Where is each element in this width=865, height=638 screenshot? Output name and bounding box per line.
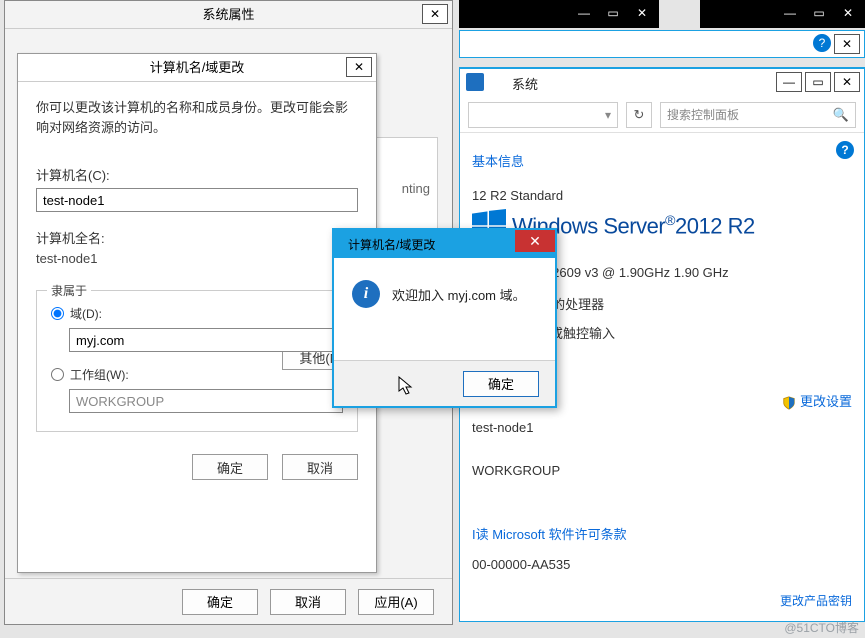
radio-workgroup-label: 工作组(W): xyxy=(70,366,129,383)
refresh-button[interactable]: ↻ xyxy=(626,102,652,128)
bg-dark-strip-2: — ▭ ✕ xyxy=(700,0,865,28)
props-cancel-button[interactable]: 取消 xyxy=(270,589,346,615)
product-id: 00-00000-AA535 xyxy=(472,557,852,572)
system-toolbar: ▾ ↻ 搜索控制面板 🔍 xyxy=(460,97,864,133)
brand-b: 2012 xyxy=(675,214,722,239)
section-basic-info: 基本信息 xyxy=(472,151,852,170)
change-info-text: 你可以更改该计算机的名称和成员身份。更改可能会影响对网络资源的访问。 xyxy=(36,98,358,137)
radio-domain[interactable]: 域(D): xyxy=(51,305,343,322)
bg-dark-strip-1: — ▭ ✕ xyxy=(459,0,659,28)
name-domain-change-dialog: 计算机名/域更改 ✕ 你可以更改该计算机的名称和成员身份。更改可能会影响对网络资… xyxy=(17,53,377,573)
close-button-sys[interactable]: ✕ xyxy=(834,72,860,92)
change-cancel-button[interactable]: 取消 xyxy=(282,454,358,480)
search-icon: 🔍 xyxy=(833,107,849,123)
system-titlebar: 系统 — ▭ ✕ xyxy=(460,69,864,97)
help-icon-body[interactable]: ? xyxy=(836,141,854,159)
label-computer-name: 计算机名(C): xyxy=(36,165,358,184)
restore-button-sys[interactable]: ▭ xyxy=(805,72,831,92)
radio-domain-label: 域(D): xyxy=(70,305,102,322)
system-title: 系统 xyxy=(512,74,538,93)
min-button-bg2[interactable]: — xyxy=(777,3,803,23)
info-icon: i xyxy=(352,280,380,308)
chevron-down-icon: ▾ xyxy=(605,108,611,122)
close-button-bg1[interactable]: ✕ xyxy=(629,3,655,23)
watermark: @51CTO博客 xyxy=(784,619,859,636)
shield-icon xyxy=(782,396,796,410)
member-of-group: 隶属于 域(D): 工作组(W): xyxy=(36,290,358,432)
change-titlebar: 计算机名/域更改 ✕ xyxy=(18,54,376,82)
node-b: test-node1 xyxy=(472,420,852,435)
msg-title: 计算机名/域更改 xyxy=(348,236,435,253)
props-apply-button[interactable]: 应用(A) xyxy=(358,589,434,615)
msg-ok-button[interactable]: 确定 xyxy=(463,371,539,397)
os-line: 12 R2 Standard xyxy=(472,188,852,203)
restore-button-bg1[interactable]: ▭ xyxy=(600,3,626,23)
restore-button-bg2[interactable]: ▭ xyxy=(806,3,832,23)
address-bar[interactable]: ▾ xyxy=(468,102,618,128)
radio-domain-input[interactable] xyxy=(51,307,64,320)
radio-workgroup-input[interactable] xyxy=(51,368,64,381)
workgroup-input xyxy=(69,389,343,413)
change-settings-link[interactable]: 更改设置 xyxy=(782,391,852,410)
stub-text: nting xyxy=(402,181,430,196)
group-label: 隶属于 xyxy=(47,282,91,299)
close-button-change[interactable]: ✕ xyxy=(346,57,372,77)
change-product-key-link[interactable]: 更改产品密钥 xyxy=(780,592,852,609)
props-titlebar: 系统属性 ✕ xyxy=(5,1,452,29)
close-button-bg2[interactable]: ✕ xyxy=(835,3,861,23)
brand-c: R2 xyxy=(728,214,755,239)
props-title: 系统属性 xyxy=(202,7,254,22)
min-button-sys[interactable]: — xyxy=(776,72,802,92)
change-title: 计算机名/域更改 xyxy=(150,60,245,75)
label-full-name: 计算机全名: xyxy=(36,228,358,247)
msg-text: 欢迎加入 myj.com 域。 xyxy=(392,285,526,304)
change-ok-button[interactable]: 确定 xyxy=(192,454,268,480)
computer-name-input[interactable] xyxy=(36,188,358,212)
domain-input[interactable] xyxy=(69,328,343,352)
msg-titlebar: 计算机名/域更改 ✕ xyxy=(334,230,555,258)
system-icon xyxy=(466,73,484,91)
close-button-under[interactable]: ✕ xyxy=(834,34,860,54)
search-placeholder: 搜索控制面板 xyxy=(667,106,739,123)
under-titlebar: ? ✕ xyxy=(459,30,865,58)
radio-workgroup[interactable]: 工作组(W): xyxy=(51,366,343,383)
close-button-msg[interactable]: ✕ xyxy=(515,230,555,252)
close-button-props[interactable]: ✕ xyxy=(422,4,448,24)
workgroup-val: WORKGROUP xyxy=(472,463,852,478)
props-footer: 确定 取消 应用(A) xyxy=(5,578,452,624)
ms-license-link[interactable]: I读 Microsoft 软件许可条款 xyxy=(472,524,852,543)
full-name-value: test-node1 xyxy=(36,251,358,266)
props-ok-button[interactable]: 确定 xyxy=(182,589,258,615)
welcome-message-dialog: 计算机名/域更改 ✕ i 欢迎加入 myj.com 域。 确定 xyxy=(332,228,557,408)
help-icon[interactable]: ? xyxy=(813,34,831,52)
min-button-bg1[interactable]: — xyxy=(571,3,597,23)
search-input[interactable]: 搜索控制面板 🔍 xyxy=(660,102,856,128)
